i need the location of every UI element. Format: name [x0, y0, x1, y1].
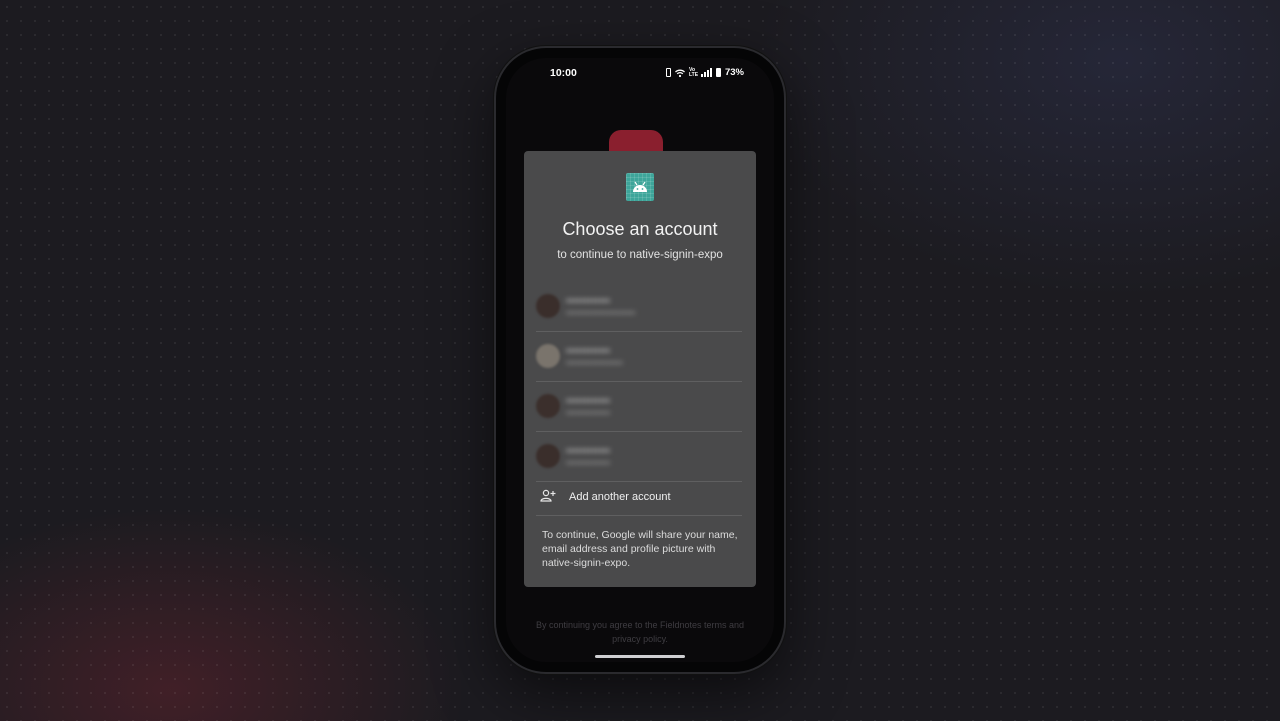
android-app-icon — [626, 173, 654, 201]
status-bar: 10:00 Vo LTE 73% — [506, 66, 774, 82]
account-email: •••••••••••••••••••••• — [566, 308, 636, 318]
avatar — [536, 394, 560, 418]
avatar — [536, 294, 560, 318]
account-name: •••••••••••• — [566, 295, 611, 307]
wifi-icon — [675, 69, 685, 77]
terms-text: By continuing you agree to the Fieldnote… — [535, 620, 745, 644]
account-item[interactable]: •••••••••••• •••••••••••••• — [536, 382, 742, 432]
home-indicator[interactable] — [595, 655, 685, 658]
avatar — [536, 344, 560, 368]
add-person-icon — [540, 489, 556, 502]
account-list: •••••••••••• •••••••••••••••••••••• ••••… — [536, 282, 742, 482]
battery-percent: 73% — [724, 67, 744, 78]
volte-icon: Vo LTE — [688, 66, 699, 78]
account-item[interactable]: •••••••••••• •••••••••••••••••••••• — [536, 282, 742, 332]
dialog-subtitle: to continue to native-signin-expo — [557, 249, 723, 261]
account-name: •••••••••••• — [566, 445, 611, 457]
account-name: •••••••••••• — [566, 395, 611, 407]
avatar — [536, 444, 560, 468]
status-time: 10:00 — [550, 67, 577, 79]
vibrate-icon — [665, 68, 671, 77]
account-item[interactable]: •••••••••••• •••••••••••••• — [536, 432, 742, 482]
privacy-disclaimer: To continue, Google will share your name… — [542, 529, 738, 569]
account-name: •••••••••••• — [566, 345, 611, 357]
account-email: •••••••••••••• — [566, 408, 611, 418]
account-chooser-dialog: Choose an account to continue to native-… — [524, 151, 756, 587]
battery-icon — [715, 68, 721, 77]
account-email: •••••••••••••••••• — [566, 358, 623, 368]
signal-icon — [700, 68, 712, 77]
account-item[interactable]: •••••••••••• •••••••••••••••••• — [536, 332, 742, 382]
status-icons: Vo LTE 73% — [665, 66, 744, 78]
dialog-title: Choose an account — [562, 219, 718, 239]
add-account-label: Add another account — [569, 491, 671, 503]
account-email: •••••••••••••• — [566, 458, 611, 468]
add-another-account-button[interactable]: Add another account — [536, 479, 742, 516]
